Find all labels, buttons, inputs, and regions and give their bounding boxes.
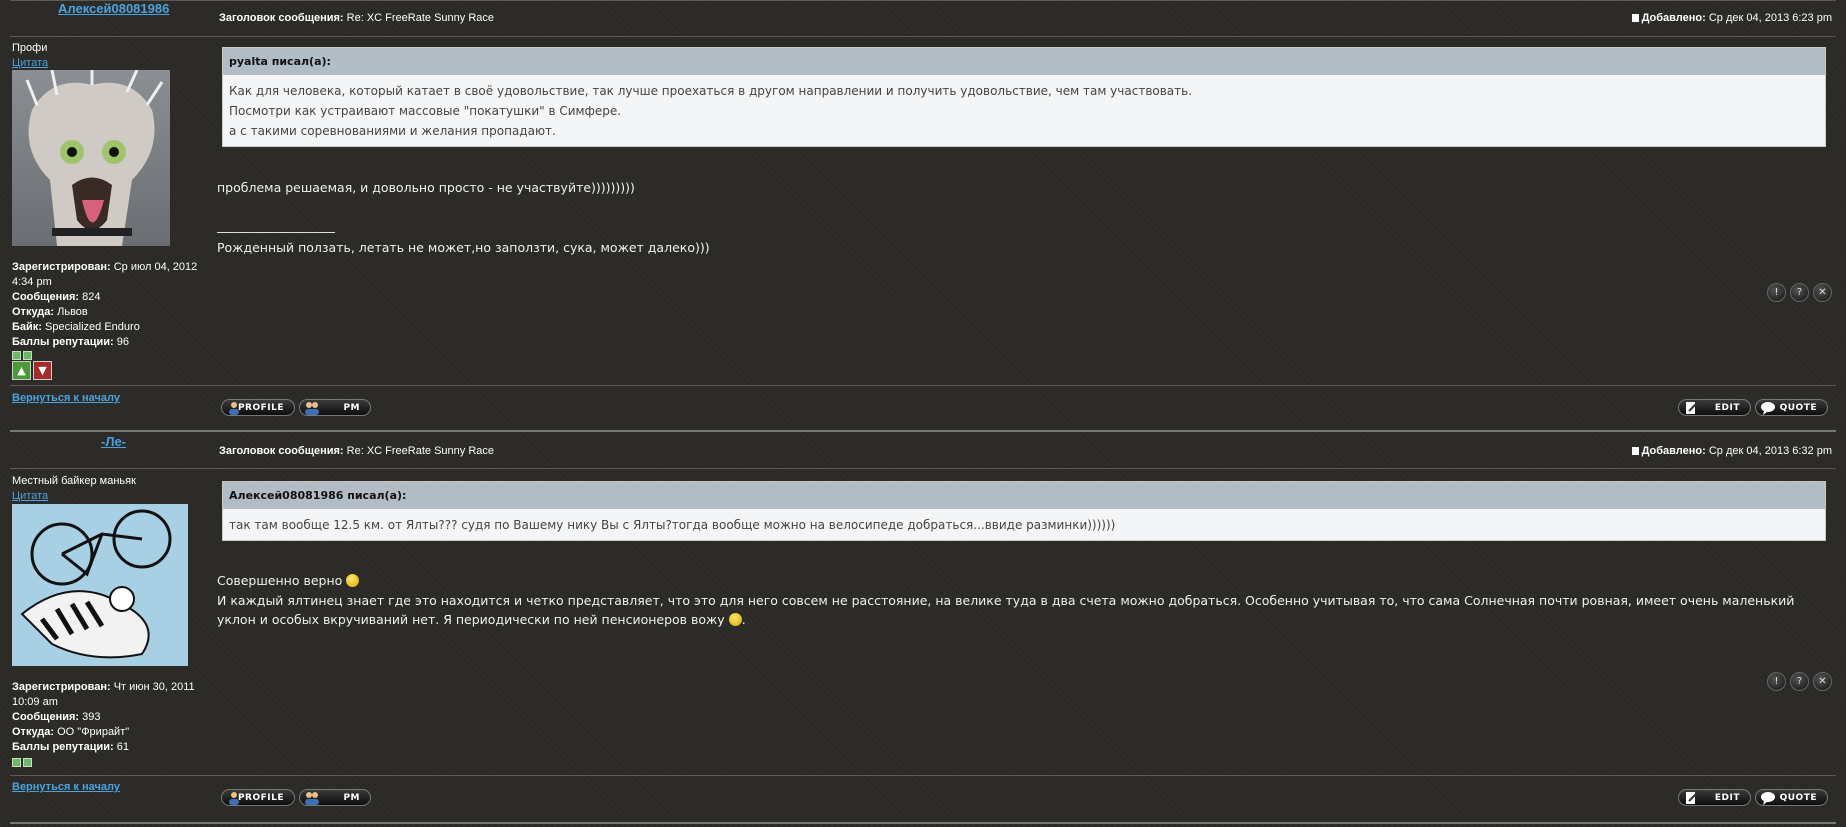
- post-author-name[interactable]: Алексей08081986: [58, 1, 169, 16]
- post-signature: Рожденный ползать, летать не может,но за…: [217, 240, 710, 255]
- delete-icon[interactable]: ✕: [1813, 283, 1832, 302]
- edit-button[interactable]: EDIT: [1678, 399, 1751, 416]
- reputation-vote[interactable]: ▲ ▼: [12, 361, 52, 380]
- profile-button[interactable]: PROFILE: [221, 399, 295, 416]
- edit-button[interactable]: EDIT: [1678, 789, 1751, 806]
- quote-box: pyalta писал(а): Как для человека, котор…: [222, 47, 1826, 147]
- post-icon[interactable]: [1631, 447, 1639, 455]
- report-icon[interactable]: !: [1767, 283, 1786, 302]
- quote-button[interactable]: QUOTE: [1755, 399, 1828, 416]
- quote-author: pyalta писал(а):: [223, 48, 1825, 75]
- post-message: проблема решаемая, и довольно просто - н…: [217, 180, 635, 195]
- quote-link[interactable]: Цитата: [12, 490, 48, 502]
- quote-box: Алексей08081986 писал(а): так там вообще…: [222, 481, 1826, 541]
- reputation-bar: [12, 351, 32, 360]
- thumbs-up-icon[interactable]: ▲: [12, 361, 31, 380]
- post-message-body: И каждый ялтинец знает где это находится…: [217, 593, 1795, 627]
- quote-button[interactable]: QUOTE: [1755, 789, 1828, 806]
- post-message: Совершенно верно: [217, 571, 1826, 590]
- smile-icon: [728, 613, 742, 626]
- post-tools: ! ? ✕: [1767, 672, 1832, 691]
- reputation-bar: [12, 758, 32, 767]
- post-icon[interactable]: [1631, 14, 1639, 22]
- user-rank: Местный байкер маньяк: [12, 475, 136, 487]
- profile-button[interactable]: PROFILE: [221, 789, 295, 806]
- user-rank: Профи: [12, 42, 48, 54]
- user-profile-info: Зарегистрирован: Ср июл 04, 2012 4:34 pm…: [12, 261, 198, 348]
- info-icon[interactable]: ?: [1790, 283, 1809, 302]
- quote-text: Как для человека, который катает в своё …: [229, 84, 1193, 138]
- post-author-name[interactable]: -Ле-: [101, 434, 126, 449]
- back-to-top-link[interactable]: Вернуться к началу: [12, 392, 120, 404]
- post-subject: Заголовок сообщения: Re: XC FreeRate Sun…: [219, 445, 495, 457]
- quote-link[interactable]: Цитата: [12, 57, 48, 69]
- quote-text: так там вообще 12.5 км. от Ялты??? судя …: [229, 518, 1116, 532]
- user-avatar: [12, 70, 170, 246]
- user-profile-info: Зарегистрирован: Чт июн 30, 2011 10:09 a…: [12, 681, 195, 753]
- signature-divider: [217, 232, 335, 233]
- post-subject: Заголовок сообщения: Re: XC FreeRate Sun…: [219, 12, 495, 24]
- smile-icon: [346, 574, 360, 587]
- info-icon[interactable]: ?: [1790, 672, 1809, 691]
- report-icon[interactable]: !: [1767, 672, 1786, 691]
- back-to-top-link[interactable]: Вернуться к началу: [12, 781, 120, 793]
- post-date: Добавлено: Ср дек 04, 2013 6:32 pm: [1631, 445, 1832, 457]
- delete-icon[interactable]: ✕: [1813, 672, 1832, 691]
- post-tools: ! ? ✕: [1767, 283, 1832, 302]
- thumbs-down-icon[interactable]: ▼: [33, 361, 52, 380]
- pm-button[interactable]: PM: [299, 399, 371, 416]
- quote-author: Алексей08081986 писал(а):: [223, 482, 1825, 509]
- pm-button[interactable]: PM: [299, 789, 371, 806]
- user-avatar: [12, 504, 188, 666]
- post-date: Добавлено: Ср дек 04, 2013 6:23 pm: [1631, 12, 1832, 24]
